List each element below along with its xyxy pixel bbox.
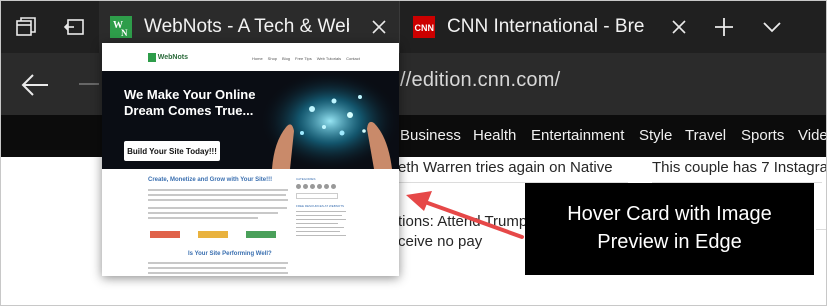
section-heading: Create, Monetize and Grow with Your Site…: [148, 177, 273, 183]
text-line: [148, 207, 287, 209]
plus-icon: [715, 18, 733, 36]
sidebar-line: [296, 223, 338, 224]
nav-item-style[interactable]: Style: [639, 127, 672, 144]
text-line: [148, 217, 258, 219]
webnots-logo: WebNots: [148, 52, 188, 63]
social-icon: [324, 184, 329, 189]
forward-button[interactable]: [79, 83, 99, 85]
social-icons: [296, 184, 352, 189]
tab-hover-card[interactable]: WebNots Home Shop Blog Free Tips Web Tut…: [102, 43, 399, 276]
chevron-down-icon: [763, 22, 781, 33]
preview-menu: Home Shop Blog Free Tips Web Tutorials C…: [252, 56, 360, 61]
headline-link[interactable]: eth Warren tries again on Native: [398, 159, 613, 176]
sub-heading: Is Your Site Performing Well?: [188, 251, 272, 257]
nav-item-sports[interactable]: Sports: [741, 127, 784, 144]
sidebar-line: [296, 215, 342, 216]
callout-line: Preview in Edge: [597, 231, 742, 253]
sidebar-line: [296, 219, 346, 220]
text-line: [148, 267, 286, 269]
browser-window: W N WebNots - A Tech & Web CNN CNN Inter…: [0, 0, 827, 306]
address-url[interactable]: //edition.cnn.com/: [400, 69, 560, 92]
svg-text:N: N: [121, 28, 128, 38]
nav-item-entertainment[interactable]: Entertainment: [531, 127, 624, 144]
annotation-callout: Hover Card with Image Preview in Edge: [525, 183, 814, 275]
preview-button: [150, 231, 180, 238]
social-icon: [310, 184, 315, 189]
headline-link[interactable]: ceive no pay: [398, 233, 482, 250]
text-line: [148, 199, 288, 201]
webnots-logo-icon: [148, 53, 156, 62]
tab-title: CNN International - Bre: [447, 16, 645, 37]
back-button[interactable]: [15, 65, 55, 105]
preview-header: WebNots Home Shop Blog Free Tips Web Tut…: [102, 43, 399, 71]
preview-menu-item: Web Tutorials: [316, 56, 342, 61]
sidebar-line: [296, 235, 346, 236]
preview-hero: We Make Your Online Dream Comes True... …: [102, 71, 399, 169]
sidebar-line: [296, 231, 340, 232]
text-line: [148, 212, 278, 214]
preview-menu-item: Shop: [267, 56, 278, 61]
tab-actions-button[interactable]: [3, 1, 49, 53]
divider: [816, 229, 826, 230]
social-icon: [317, 184, 322, 189]
text-line: [148, 194, 286, 196]
nav-item-video[interactable]: Vide: [798, 127, 826, 144]
set-aside-tabs-button[interactable]: [51, 1, 97, 53]
preview-sidebar: CATEGORIES FREE RESOURCES AT WEBNOTS: [296, 177, 352, 239]
tab-title: WebNots - A Tech & Web: [144, 16, 349, 37]
nav-item-business[interactable]: Business: [400, 127, 461, 144]
preview-menu-item: Blog: [282, 56, 291, 61]
sidebar-line: [296, 211, 346, 212]
preview-button: [198, 231, 228, 238]
back-arrow-icon: [21, 74, 48, 96]
preview-menu-item: Free Tips: [295, 56, 312, 61]
cnn-favicon-icon: CNN: [413, 16, 435, 38]
preview-menu-item: Home: [252, 56, 263, 61]
hero-heading-line: Dream Comes True...: [124, 103, 254, 118]
text-line: [148, 272, 288, 274]
webnots-favicon-icon: W N: [110, 16, 132, 38]
sidebar-label: FREE RESOURCES AT WEBNOTS: [296, 204, 345, 208]
tab-preview-toggle[interactable]: [749, 1, 795, 53]
tab-actions-icon: [16, 17, 36, 36]
tab-separator: [399, 1, 400, 53]
social-icon: [303, 184, 308, 189]
close-icon: [672, 20, 686, 34]
hero-heading: We Make Your Online Dream Comes True...: [124, 87, 255, 119]
social-icon: [331, 184, 336, 189]
preview-body: Create, Monetize and Grow with Your Site…: [102, 169, 399, 276]
social-icon: [296, 184, 301, 189]
hero-heading-line: We Make Your Online: [124, 87, 256, 102]
category-select: [296, 193, 338, 199]
tab-close-button[interactable]: [365, 13, 393, 41]
tab-cnn[interactable]: CNN CNN International - Bre: [402, 1, 699, 53]
text-line: [148, 189, 288, 191]
sidebar-line: [296, 227, 344, 228]
headline-link[interactable]: This couple has 7 Instagra: [652, 159, 826, 176]
preview-menu-item: Contact: [346, 56, 360, 61]
preview-button: [246, 231, 276, 238]
close-icon: [372, 20, 386, 34]
sidebar-label: CATEGORIES: [296, 177, 316, 181]
callout-line: Hover Card with Image: [567, 203, 772, 225]
text-line: [148, 262, 288, 264]
logo-text: WebNots: [157, 54, 188, 61]
svg-text:CNN: CNN: [415, 23, 435, 33]
new-tab-button[interactable]: [701, 1, 747, 53]
headline-link[interactable]: tions: Attend Trump: [398, 213, 527, 230]
set-aside-tabs-icon: [63, 19, 84, 35]
nav-item-travel[interactable]: Travel: [685, 127, 726, 144]
nav-item-health[interactable]: Health: [473, 127, 516, 144]
build-site-button: Build Your Site Today!!!: [124, 141, 220, 161]
tab-close-button[interactable]: [665, 13, 693, 41]
